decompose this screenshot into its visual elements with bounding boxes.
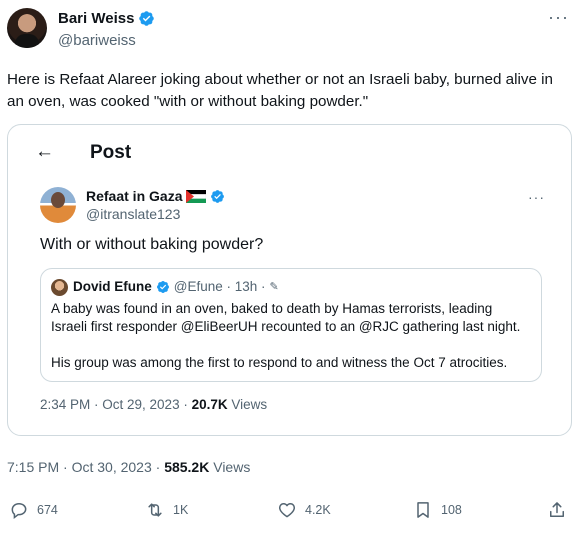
- like-button[interactable]: 4.2K: [277, 500, 331, 520]
- author-name-text: Bari Weiss: [58, 10, 135, 27]
- like-icon: [278, 503, 296, 518]
- nested-author-meta: @Efune · 13h ·: [173, 279, 266, 294]
- nested-quote-body: A baby was found in an oven, baked to de…: [51, 300, 531, 372]
- tweet-meta: 7:15 PM · Oct 30, 2023 · 585.2K Views: [7, 459, 250, 475]
- post-header-title: Post: [90, 142, 132, 163]
- more-icon: ···: [528, 189, 545, 205]
- quoted-tweet-text: With or without baking powder?: [40, 236, 264, 253]
- back-arrow-icon: ←: [35, 141, 54, 162]
- quoted-tweet-meta: 2:34 PM · Oct 29, 2023 · 20.7K Views: [40, 397, 267, 412]
- nested-author-header: Dovid Efune @Efune · 13h · ✎: [73, 279, 279, 294]
- views-count: 585.2K: [164, 459, 210, 475]
- like-count: 4.2K: [305, 503, 331, 517]
- nested-author-avatar: [51, 279, 68, 296]
- retweet-count: 1K: [173, 503, 189, 517]
- verified-badge-icon: [156, 280, 169, 293]
- reply-icon: [11, 502, 27, 520]
- reply-count: 674: [37, 503, 58, 517]
- retweet-button[interactable]: 1K: [145, 500, 188, 520]
- retweet-icon: [148, 503, 162, 517]
- quoted-views-label: Views: [227, 397, 268, 412]
- verified-badge-icon: [211, 189, 225, 203]
- nested-paragraph-2: His group was among the first to respond…: [51, 355, 508, 370]
- quoted-author-name: Refaat in Gaza: [86, 188, 225, 204]
- share-button[interactable]: [547, 500, 567, 520]
- bookmark-count: 108: [441, 503, 462, 517]
- tweet-time[interactable]: 7:15 PM · Oct 30, 2023 ·: [7, 459, 164, 475]
- palestine-flag-icon: [186, 189, 207, 203]
- action-bar: 674 1K 4.2K 108: [0, 500, 579, 530]
- share-icon: [550, 502, 564, 517]
- quoted-author-name-text: Refaat in Gaza: [86, 188, 183, 204]
- bookmark-button[interactable]: 108: [413, 500, 462, 520]
- pencil-icon: ✎: [269, 281, 279, 293]
- nested-paragraph-1: A baby was found in an oven, baked to de…: [51, 301, 521, 334]
- verified-badge-icon: [139, 11, 155, 26]
- bookmark-icon: [417, 502, 429, 518]
- quoted-author-handle: @itranslate123: [86, 206, 181, 222]
- author-avatar[interactable]: [7, 8, 47, 48]
- author-handle[interactable]: @bariweiss: [58, 32, 136, 49]
- views-label: Views: [209, 459, 251, 475]
- tweet-text: Here is Refaat Alareer joking about whet…: [7, 71, 553, 110]
- quoted-author-avatar: [40, 187, 76, 223]
- nested-author-name: Dovid Efune: [73, 279, 152, 294]
- quoted-tweet-time: 2:34 PM · Oct 29, 2023 ·: [40, 397, 192, 412]
- quoted-views-count: 20.7K: [191, 397, 228, 412]
- author-name[interactable]: Bari Weiss: [58, 10, 155, 27]
- more-icon[interactable]: ···: [548, 8, 569, 26]
- reply-button[interactable]: 674: [9, 500, 58, 520]
